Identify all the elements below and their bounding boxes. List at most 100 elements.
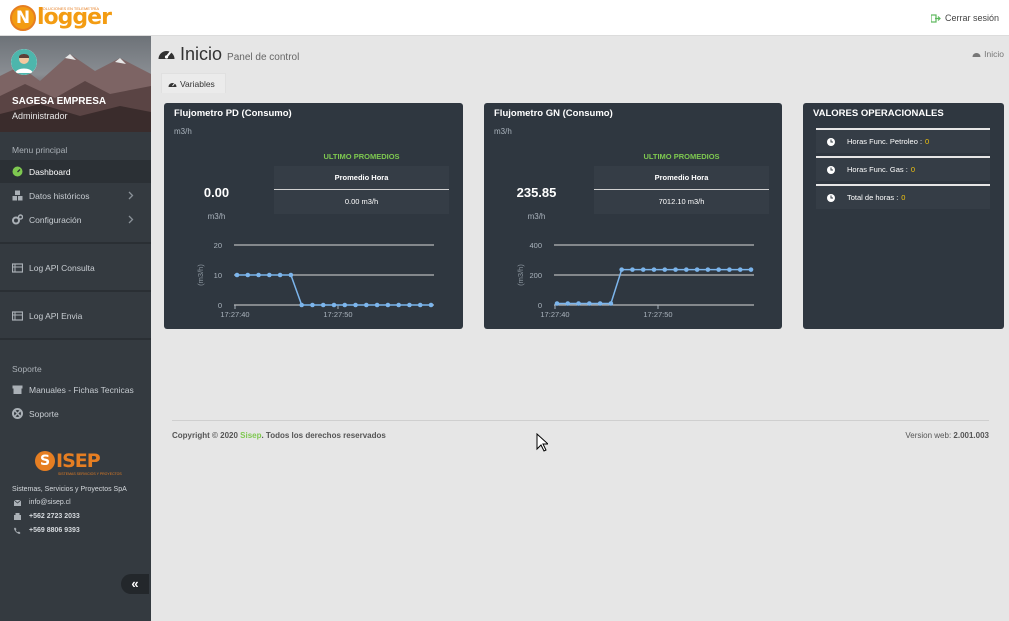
phone-icon [12, 527, 22, 534]
mouse-cursor-icon [536, 433, 548, 452]
sisep-link[interactable]: Sisep [240, 431, 261, 440]
sidebar-item-configuracion[interactable]: Configuración [0, 208, 151, 231]
data-point [597, 301, 603, 306]
nlogger-logo-mark: N [10, 5, 36, 31]
fax-icon [12, 513, 22, 520]
current-value: 235.85 [516, 185, 557, 200]
data-point [705, 267, 711, 272]
data-point [716, 267, 721, 272]
data-point [288, 272, 294, 278]
data-point [374, 302, 380, 308]
promedio-value: 7012.10 m3/h [658, 197, 705, 206]
line-chart-pd[interactable]: 0 10 20 (m3/h) 17:27:40 17:27:50 [164, 233, 463, 325]
card-flujometro-gn: Flujometro GN (Consumo) m3/h ULTIMO PROM… [484, 103, 782, 329]
y-axis-label: (m3/h) [196, 264, 205, 286]
data-point [608, 301, 614, 306]
data-point [396, 302, 401, 308]
data-point [256, 272, 261, 278]
data-point [727, 267, 732, 272]
current-value: 0.00 [203, 185, 230, 200]
promedio-header: Promedio Hora [594, 166, 769, 190]
menu-heading: Menu principal [12, 145, 68, 155]
sisep-logo-text: ISEP [56, 450, 101, 472]
user-avatar[interactable] [11, 49, 37, 75]
data-point [673, 267, 678, 272]
data-point [385, 302, 391, 308]
data-point [619, 267, 624, 272]
breadcrumb[interactable]: Inicio [972, 49, 1004, 59]
x-tick-label: 17:27:50 [323, 310, 352, 319]
lifebuoy-icon [12, 408, 23, 419]
user-name: SAGESA EMPRESA [12, 96, 107, 107]
sidebar-item-manuales[interactable]: Manuales - Fichas Tecnicas [0, 378, 151, 401]
sign-out-icon [930, 13, 941, 23]
footer-version: Version web: 2.001.003 [905, 431, 989, 440]
y-tick-label: 0 [218, 301, 222, 310]
x-tick-label: 17:27:40 [540, 310, 569, 319]
sidebar: SAGESA EMPRESA Administrador Menu princi… [0, 36, 151, 621]
ops-value: 0 [925, 137, 930, 146]
card-title: Flujometro PD (Consumo) [174, 108, 292, 119]
sisep-logo: S ISEP [35, 450, 101, 472]
sidebar-collapse-button[interactable]: « [121, 574, 149, 594]
data-point [565, 301, 571, 306]
data-point [320, 302, 326, 308]
sidebar-item-dashboard[interactable]: Dashboard [0, 160, 151, 183]
promedio-table: Promedio Hora 0.00 m3/h [274, 166, 449, 214]
ops-value: 0 [910, 165, 916, 174]
clock-icon [827, 193, 835, 202]
page-title: Inicio Panel de control [157, 43, 299, 65]
user-role: Administrador [12, 111, 68, 121]
server-icon [12, 310, 23, 321]
card-title: VALORES OPERACIONALES [813, 108, 944, 119]
ops-row-horas-petroleo: Horas Func. Petroleo :0 [816, 128, 990, 153]
nlogger-logo[interactable]: N logger SOLUCIONES EN TELEMETRÍA [10, 4, 112, 32]
sidebar-item-label: Manuales - Fichas Tecnicas [29, 384, 134, 395]
sidebar-item-log-api-consulta[interactable]: Log API Consulta [0, 256, 151, 279]
dashboard-icon [972, 53, 981, 57]
footer-copyright: Copyright © 2020 Sisep. Todos los derech… [172, 431, 386, 440]
data-point [234, 272, 240, 278]
ultimo-promedios-label: ULTIMO PROMEDIOS [323, 152, 400, 161]
ultimo-promedios-label: ULTIMO PROMEDIOS [643, 152, 720, 161]
sidebar-divider [0, 338, 151, 340]
chevron-right-icon [128, 215, 134, 224]
data-point [364, 302, 369, 308]
y-tick-label: 200 [529, 271, 542, 280]
gears-icon [12, 214, 23, 225]
data-point [267, 272, 272, 278]
archive-icon [12, 384, 23, 395]
sidebar-item-log-api-envia[interactable]: Log API Envia [0, 304, 151, 327]
ops-row-total-horas: Total de horas :0 [816, 184, 990, 209]
sidebar-item-datos-historicos[interactable]: Datos históricos [0, 184, 151, 207]
x-tick-label: 17:27:50 [643, 310, 672, 319]
line-chart-gn[interactable]: 0 200 400 (m3/h) 17:27:40 17:27:50 [484, 233, 782, 325]
support-heading: Soporte [12, 364, 42, 374]
y-axis-label: (m3/h) [516, 264, 525, 286]
footer-divider [172, 420, 989, 421]
data-point [310, 302, 315, 308]
data-point [651, 267, 657, 272]
data-point [353, 302, 358, 308]
contact-email[interactable]: info@sisep.cl [12, 499, 71, 506]
chevron-right-icon [128, 191, 134, 200]
tab-variables[interactable]: Variables [161, 73, 226, 93]
sidebar-item-soporte[interactable]: Soporte [0, 402, 151, 425]
card-unit: m3/h [494, 127, 512, 136]
ops-value: 0 [901, 193, 906, 202]
contact-phone-1[interactable]: +562 2723 2033 [12, 513, 80, 520]
contact-phone-2[interactable]: +569 8806 9393 [12, 527, 80, 534]
server-icon [12, 262, 23, 273]
data-point [417, 302, 423, 308]
sidebar-item-label: Log API Consulta [29, 262, 95, 273]
data-point [554, 301, 560, 306]
card-valores-operacionales: VALORES OPERACIONALES Horas Func. Petrol… [803, 103, 1004, 329]
y-tick-label: 10 [214, 271, 222, 280]
logout-link[interactable]: Cerrar sesión [930, 13, 999, 23]
data-point [331, 302, 337, 308]
data-point [640, 267, 646, 272]
dashboard-icon [168, 82, 177, 87]
current-value-unit: m3/h [527, 212, 546, 221]
data-point [684, 267, 689, 272]
page-subtitle: Panel de control [227, 52, 300, 63]
